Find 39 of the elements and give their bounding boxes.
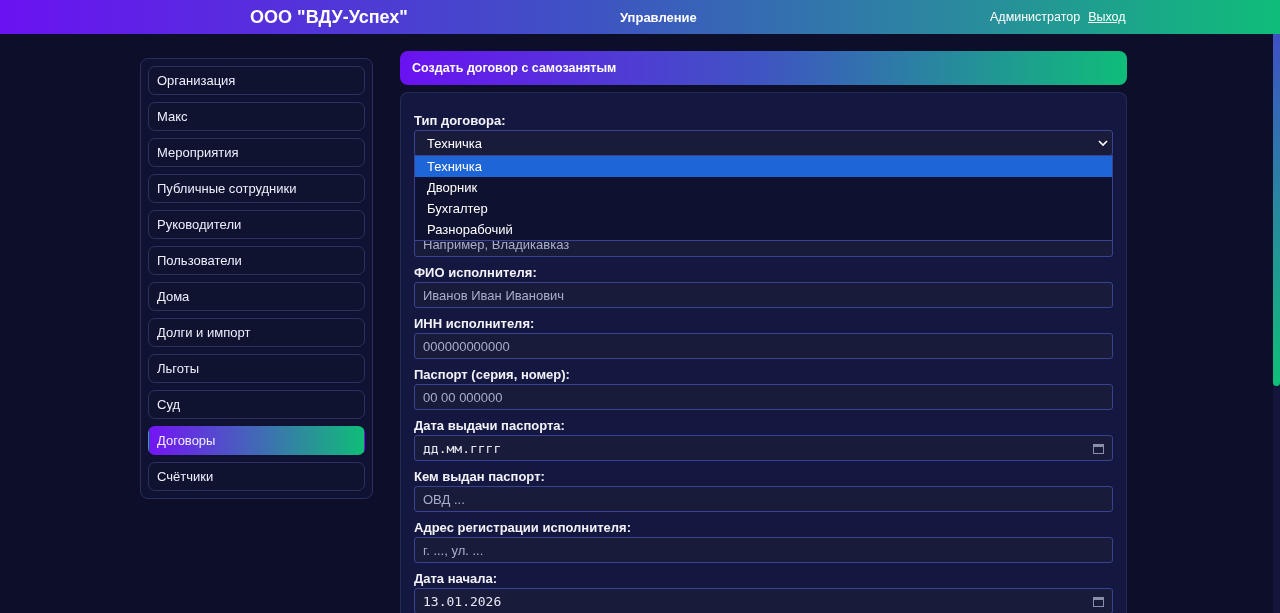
input-field[interactable]: Иванов Иван Иванович [414, 282, 1113, 308]
sidebar-item[interactable]: Организация [148, 66, 365, 95]
calendar-icon[interactable] [1093, 442, 1104, 454]
sidebar-item[interactable]: Договоры [148, 426, 365, 455]
date-field[interactable]: дд.мм.гггг [414, 435, 1113, 461]
input-field[interactable]: г. ..., ул. ... [414, 537, 1113, 563]
sidebar-item[interactable]: Льготы [148, 354, 365, 383]
contract-type-select[interactable]: Техничка [414, 130, 1113, 156]
sidebar-item[interactable]: Руководители [148, 210, 365, 239]
field-label: Дата начала: [414, 571, 499, 587]
dropdown-option[interactable]: Техничка [415, 156, 1112, 177]
field-label: Паспорт (серия, номер): [414, 367, 571, 383]
sidebar-item[interactable]: Пользователи [148, 246, 365, 275]
field-label: Дата выдачи паспорта: [414, 418, 566, 434]
nav-link[interactable]: Управление [520, 9, 697, 25]
calendar-icon[interactable] [1093, 595, 1104, 607]
sidebar-item[interactable]: Публичные сотрудники [148, 174, 365, 203]
dropdown-option[interactable]: Бухгалтер [415, 198, 1112, 219]
scrollbar[interactable] [1273, 34, 1280, 613]
sidebar-item[interactable]: Макс [148, 102, 365, 131]
input-field[interactable]: 000000000000 [414, 333, 1113, 359]
user-name: Администратор [990, 10, 1081, 24]
brand-name: ООО "ВДУ-Успех" [249, 6, 408, 28]
sidebar-item[interactable]: Мероприятия [148, 138, 365, 167]
form-title: Создать договор с самозанятым [400, 51, 1127, 85]
field-label: ИНН исполнителя: [414, 316, 536, 332]
sidebar-item[interactable]: Дома [148, 282, 365, 311]
sidebar-item[interactable]: Долги и импорт [148, 318, 365, 347]
chevron-down-icon [1098, 139, 1108, 147]
sidebar-item[interactable]: Суд [148, 390, 365, 419]
input-field[interactable]: ОВД ... [414, 486, 1113, 512]
sidebar-item[interactable]: Счётчики [148, 462, 365, 491]
field-label: Тип договора: [414, 113, 507, 129]
input-field[interactable]: 00 00 000000 [414, 384, 1113, 410]
dropdown-option[interactable]: Дворник [415, 177, 1112, 198]
field-label: Кем выдан паспорт: [414, 469, 546, 485]
date-field[interactable]: 13.01.2026 [414, 588, 1113, 613]
field-label: Адрес регистрации исполнителя: [414, 520, 632, 536]
field-label: ФИО исполнителя: [414, 265, 538, 281]
